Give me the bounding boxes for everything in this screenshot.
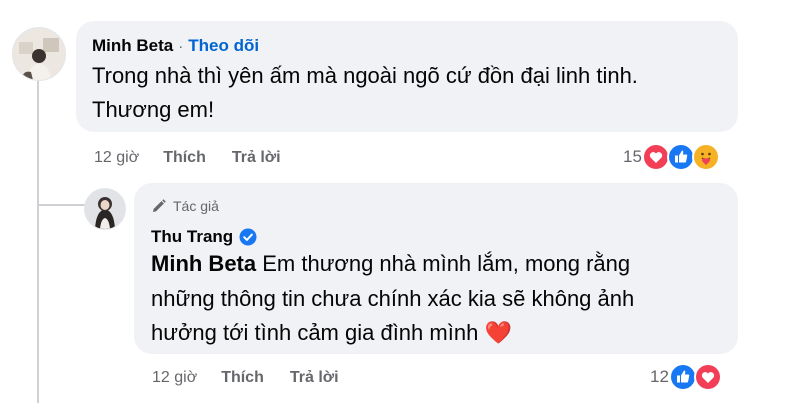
- author-badge-label: Tác giả: [173, 198, 219, 214]
- reply-reactions[interactable]: 12: [650, 363, 722, 391]
- reaction-count: 15: [623, 147, 642, 166]
- reply-text-line-1: Minh Beta Em thương nhà mình lắm, mong r…: [151, 247, 630, 281]
- mention-link[interactable]: Minh Beta: [151, 251, 256, 276]
- reply-actions: 12 giờ Thích Trả lời: [152, 369, 339, 387]
- comment-bubble: Minh Beta · Theo dõi Trong nhà thì yên ấ…: [76, 21, 738, 132]
- author-badge: Tác giả: [151, 198, 219, 214]
- comment-author-name[interactable]: Minh Beta: [92, 36, 173, 56]
- comment-actions: 12 giờ Thích Trả lời: [94, 149, 281, 167]
- follow-button[interactable]: Theo dõi: [188, 36, 259, 56]
- comment-timestamp[interactable]: 12 giờ: [94, 149, 139, 167]
- separator-dot: ·: [178, 37, 184, 55]
- avatar[interactable]: [84, 188, 126, 230]
- verified-badge-icon: [239, 228, 257, 246]
- reply-text-line-3-content: hưởng tới tình cảm gia đình mình: [151, 320, 479, 345]
- reply-text-line-1-rest: Em thương nhà mình lắm, mong rằng: [256, 251, 631, 276]
- reply-author-name[interactable]: Thu Trang: [151, 227, 233, 247]
- reply-text-line-3: hưởng tới tình cảm gia đình mình ❤️: [151, 316, 512, 350]
- care-icon: [691, 143, 720, 171]
- reply-timestamp[interactable]: 12 giờ: [152, 369, 197, 387]
- avatar-photo: [13, 28, 65, 80]
- comment-text-line-2: Thương em!: [92, 97, 215, 122]
- comment-text-line-1: Trong nhà thì yên ấm mà ngoài ngõ cứ đồn…: [92, 63, 638, 88]
- like-icon: [668, 363, 697, 391]
- comment-reactions[interactable]: 15: [623, 143, 720, 171]
- thread-line-branch: [37, 204, 85, 206]
- reaction-count: 12: [650, 367, 669, 386]
- heart-emoji: ❤️: [484, 320, 512, 345]
- reply-button[interactable]: Trả lời: [232, 149, 281, 167]
- reply-text-line-2: những thông tin chưa chính xác kia sẽ kh…: [151, 286, 635, 311]
- like-button[interactable]: Thích: [163, 149, 206, 167]
- heart-icon: [641, 143, 670, 171]
- reply-button[interactable]: Trả lời: [290, 369, 339, 387]
- thread-line-vertical: [37, 77, 39, 403]
- reply-bubble: Tác giả Thu Trang Minh Beta Em thương nh…: [134, 183, 738, 354]
- avatar[interactable]: [12, 27, 66, 81]
- heart-icon: [693, 363, 722, 391]
- avatar-photo: [85, 189, 125, 229]
- pencil-icon: [153, 199, 166, 212]
- like-icon: [666, 143, 695, 171]
- like-button[interactable]: Thích: [221, 369, 264, 387]
